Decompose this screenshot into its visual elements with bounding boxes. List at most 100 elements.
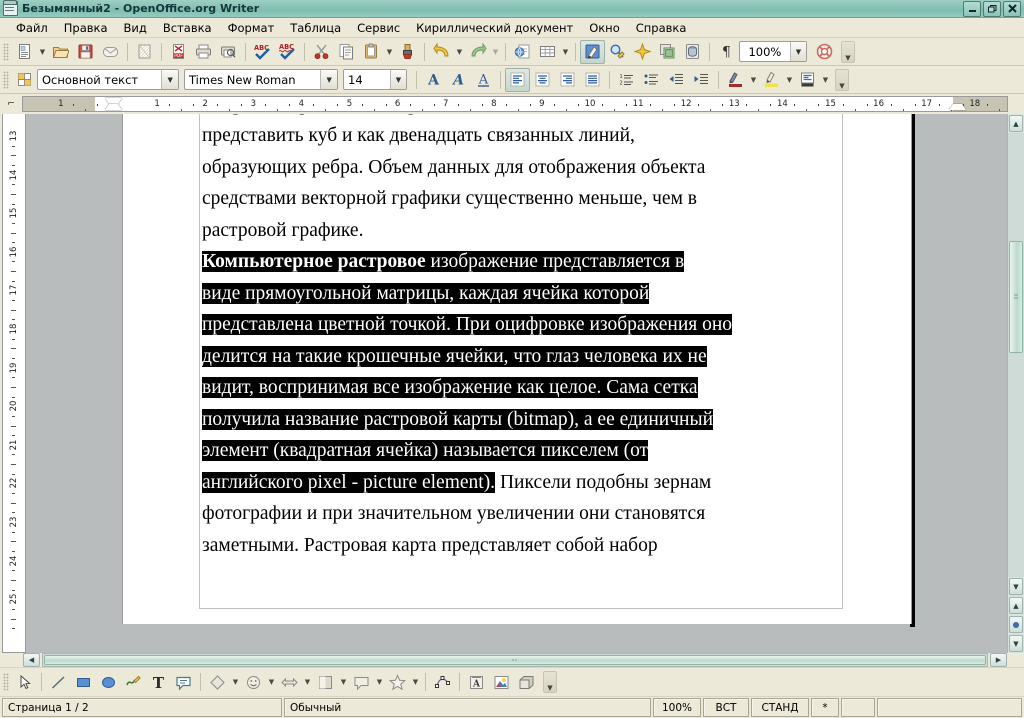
select-tool-button[interactable] [12, 670, 37, 694]
minimize-button[interactable] [963, 0, 981, 17]
text-run[interactable]: о гередь, образован четырьмя связанными … [202, 114, 730, 115]
text-run[interactable]: средствами векторной графики существенно… [202, 188, 697, 209]
document-line[interactable]: видит, воспринимая все изображение как ц… [202, 372, 840, 404]
close-button[interactable] [1003, 0, 1021, 17]
menu-window[interactable]: Окно [581, 19, 628, 37]
background-color-button[interactable] [795, 68, 820, 92]
points-button[interactable] [430, 670, 455, 694]
stars-button[interactable] [385, 670, 410, 694]
paste-dropdown[interactable]: ▼ [384, 41, 395, 63]
formatting-toolbar-overflow-button[interactable]: ▼ [835, 68, 849, 91]
text-run[interactable]: Пиксели подобны зернам [495, 472, 711, 493]
font-size-dropdown-arrow[interactable]: ▼ [389, 70, 406, 89]
find-replace-button[interactable] [605, 40, 630, 64]
vertical-scroll-thumb[interactable] [1009, 241, 1023, 353]
menu-help[interactable]: Справка [628, 19, 695, 37]
font-size-combo[interactable]: 14 ▼ [343, 69, 407, 90]
callout-shapes-dropdown[interactable]: ▼ [374, 671, 385, 693]
standard-toolbar-overflow-button[interactable]: ▼ [841, 40, 855, 63]
copy-button[interactable] [334, 40, 359, 64]
export-pdf-button[interactable]: PDF [166, 40, 191, 64]
rectangle-tool-button[interactable] [71, 670, 96, 694]
horizontal-scroll-track[interactable] [42, 653, 988, 667]
open-button[interactable] [48, 40, 73, 64]
fontwork-gallery-button[interactable]: A [464, 670, 489, 694]
text-run[interactable]: представить куб и как двенадцать связанн… [202, 125, 635, 146]
next-page-button[interactable]: ▼ [1009, 635, 1023, 652]
maximize-button[interactable] [983, 0, 1001, 17]
numbered-list-button[interactable]: 1 2 [614, 68, 639, 92]
align-left-button[interactable] [505, 67, 530, 92]
navigator-button[interactable] [630, 40, 655, 64]
document-line[interactable]: английского pixel - picture element). Пи… [202, 467, 840, 499]
horizontal-scroll-thumb[interactable] [44, 655, 986, 665]
text-tool-button[interactable]: T [146, 670, 171, 694]
right-indent-marker[interactable] [948, 104, 966, 110]
symbol-shapes-dropdown[interactable]: ▼ [266, 671, 277, 693]
email-document-button[interactable] [98, 40, 123, 64]
ellipse-tool-button[interactable] [96, 670, 121, 694]
menu-table[interactable]: Таблица [282, 19, 349, 37]
document-canvas[interactable]: о гередь, образован четырьмя связанными … [26, 114, 1007, 653]
undo-button[interactable] [429, 40, 454, 64]
increase-indent-button[interactable] [689, 68, 714, 92]
new-document-button[interactable] [12, 40, 37, 64]
clone-formatting-button[interactable] [395, 40, 420, 64]
menu-format[interactable]: Формат [220, 19, 283, 37]
status-signature[interactable] [841, 698, 875, 717]
drawing-toolbar-overflow-button[interactable]: ▼ [543, 671, 557, 693]
status-modified[interactable]: * [811, 698, 839, 717]
decrease-indent-button[interactable] [664, 68, 689, 92]
status-selection-mode[interactable]: СТАНД [751, 698, 809, 717]
freeform-line-tool-button[interactable] [121, 670, 146, 694]
scroll-right-button[interactable]: ▶ [990, 653, 1007, 667]
document-line[interactable]: элемент (квадратная ячейка) называется п… [202, 435, 840, 467]
navigation-button[interactable] [1009, 616, 1023, 633]
line-tool-button[interactable] [46, 670, 71, 694]
block-arrows-dropdown[interactable]: ▼ [302, 671, 313, 693]
document-line[interactable]: фотографии и при значительном увеличении… [202, 498, 840, 530]
drawing-toolbar-grip[interactable] [3, 673, 9, 691]
formatting-marks-button[interactable]: ¶ [714, 40, 739, 64]
background-color-dropdown[interactable]: ▼ [820, 69, 831, 91]
vertical-ruler[interactable]: 13 14 15 16 17 18 19 20 21 22 23 24 25 [2, 114, 26, 653]
selected-text-run[interactable]: виде прямоугольной матрицы, каждая ячейк… [202, 282, 650, 304]
menu-view[interactable]: Вид [116, 19, 155, 37]
selected-text-run[interactable]: представлена цветной точкой. При оцифров… [202, 314, 733, 335]
bold-button[interactable]: A [421, 68, 446, 92]
basic-shapes-dropdown[interactable]: ▼ [230, 671, 241, 693]
paste-button[interactable] [359, 40, 384, 64]
menu-edit[interactable]: Правка [56, 19, 116, 37]
font-color-button[interactable] [723, 68, 748, 92]
flowchart-button[interactable] [313, 670, 338, 694]
help-button[interactable] [812, 40, 837, 64]
document-line[interactable]: получила название растровой карты (bitma… [202, 404, 840, 436]
paragraph-style-dropdown-arrow[interactable]: ▼ [161, 70, 178, 89]
bulleted-list-button[interactable] [639, 68, 664, 92]
vertical-scrollbar[interactable]: ▲ ▼ ▲ ▼ [1007, 114, 1024, 653]
document-line[interactable]: заметными. Растровая карта представляет … [202, 530, 840, 562]
redo-button[interactable] [465, 40, 490, 64]
document-line[interactable]: образующих ребра. Объем данных для отобр… [202, 152, 840, 184]
zoom-dropdown-arrow[interactable]: ▼ [789, 42, 806, 61]
document-line[interactable]: делится на такие крошечные ячейки, что г… [202, 341, 840, 373]
text-run[interactable]: растровой графике. [202, 220, 363, 241]
zoom-combo[interactable]: 100% ▼ [739, 41, 807, 62]
formatting-toolbar-grip[interactable] [3, 70, 9, 89]
font-name-dropdown-arrow[interactable]: ▼ [320, 70, 337, 89]
callout-shapes-button[interactable] [349, 670, 374, 694]
hyperlink-button[interactable] [510, 40, 535, 64]
document-line[interactable]: средствами векторной графики существенно… [202, 183, 840, 215]
basic-shapes-button[interactable] [205, 670, 230, 694]
status-page-style[interactable]: Обычный [284, 698, 651, 717]
selected-text-run[interactable]: изображение представляется в [425, 251, 685, 272]
text-run[interactable]: заметными. Растровая карта представляет … [202, 535, 658, 556]
text-run[interactable]: фотографии и при значительном увеличении… [202, 503, 705, 524]
document-line[interactable]: Компьютерное растровое изображение предс… [202, 246, 840, 278]
align-center-button[interactable] [530, 68, 555, 92]
clipped-line[interactable]: о гередь, образован четырьмя связанными … [202, 114, 840, 120]
text-frame[interactable]: о гередь, образован четырьмя связанными … [199, 114, 843, 609]
selected-text-run[interactable]: Компьютерное растровое [202, 251, 426, 272]
stars-dropdown[interactable]: ▼ [410, 671, 421, 693]
status-zoom[interactable]: 100% [653, 698, 701, 717]
